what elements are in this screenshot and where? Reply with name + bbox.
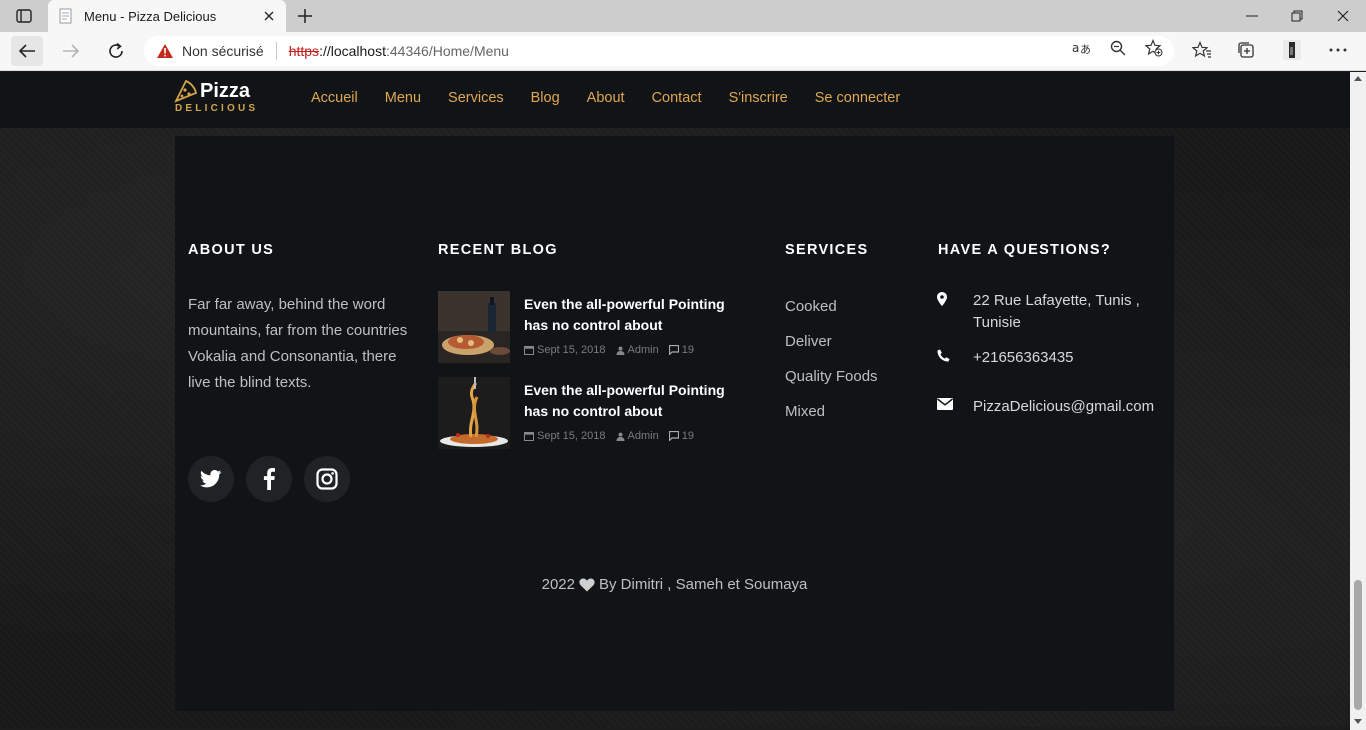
nav-sinscrire[interactable]: S'inscrire [729,90,788,106]
heart-icon [579,578,595,592]
more-menu-icon[interactable] [1327,39,1349,61]
nav-accueil[interactable]: Accueil [311,90,358,106]
new-tab-icon[interactable] [293,5,317,27]
minimize-icon[interactable] [1229,0,1275,32]
blog-post-comments[interactable]: 19 [682,430,694,442]
back-arrow-icon[interactable] [11,36,43,66]
map-marker-icon [937,292,947,306]
collections-icon[interactable] [1235,39,1257,61]
blog-post-1[interactable]: Even the all-powerful Pointing has no co… [438,291,738,363]
user-icon [616,346,625,355]
nav-blog[interactable]: Blog [531,90,560,106]
blog-post-date[interactable]: Sept 15, 2018 [537,344,606,356]
scrollbar-thumb[interactable] [1354,580,1362,710]
site-footer: ABOUT US Far far away, behind the word m… [175,136,1174,711]
browser-toolbar: Non sécurisé https://localhost:44346/Hom… [0,32,1366,71]
envelope-icon [937,398,953,410]
twitter-icon [200,470,222,488]
service-link-quality-foods[interactable]: Quality Foods [785,368,878,385]
security-label[interactable]: Non sécurisé [182,43,264,59]
url-text[interactable]: https://localhost:44346/Home/Menu [289,43,509,59]
browser-tab-active[interactable]: Menu - Pizza Delicious [48,0,286,32]
blog-post-title-1[interactable]: Even the all-powerful Pointing has no co… [524,294,739,336]
page-scrollbar[interactable] [1350,72,1366,730]
copyright-authors: By Dimitri , Sameh et Soumaya [598,576,808,593]
read-aloud-icon[interactable]: aあ [1072,39,1090,57]
facebook-button[interactable] [246,456,292,502]
contact-phone[interactable]: +21656363435 [937,347,1074,369]
page-favicon-icon [58,8,74,24]
service-link-cooked[interactable]: Cooked [785,298,837,315]
contact-title: HAVE A QUESTIONS? [938,242,1112,258]
scroll-down-icon[interactable] [1354,719,1362,724]
nav-menu[interactable]: Menu [385,90,421,106]
svg-text:a: a [1072,41,1079,55]
restore-icon[interactable] [1274,0,1320,32]
site-navbar: Pizza DELICIOUS Accueil Menu Services Bl… [0,72,1350,128]
scroll-up-icon[interactable] [1354,76,1362,81]
web-page: Pizza DELICIOUS Accueil Menu Services Bl… [0,72,1350,727]
contact-email[interactable]: PizzaDelicious@gmail.com [937,396,1154,418]
blog-post-author[interactable]: Admin [628,430,659,442]
blog-post-date[interactable]: Sept 15, 2018 [537,430,606,442]
copyright-year: 2022 [541,576,575,593]
tab-actions-icon[interactable] [10,7,38,25]
phone-text[interactable]: +21656363435 [973,347,1074,369]
copyright: 2022 By Dimitri , Sameh et Soumaya [175,576,1174,593]
site-logo[interactable]: Pizza DELICIOUS [174,77,255,121]
blog-post-title-2[interactable]: Even the all-powerful Pointing has no co… [524,380,739,422]
favorites-icon[interactable] [1191,39,1213,61]
twitter-button[interactable] [188,456,234,502]
facebook-icon [263,468,275,490]
address-separator [275,42,277,60]
nav-se-connecter[interactable]: Se connecter [815,90,900,106]
comment-icon [668,345,679,355]
main-nav: Accueil Menu Services Blog About Contact… [311,90,927,106]
calendar-icon [524,346,534,355]
service-link-mixed[interactable]: Mixed [785,403,825,420]
address-bar[interactable]: Non sécurisé https://localhost:44346/Hom… [144,36,1174,66]
about-text: Far far away, behind the word mountains,… [188,296,408,391]
user-icon [616,432,625,441]
service-link-deliver[interactable]: Deliver [785,333,832,350]
close-window-icon[interactable] [1320,0,1366,32]
logo-word: Pizza [200,80,251,102]
tab-title: Menu - Pizza Delicious [84,8,217,24]
logo-subtitle: DELICIOUS [175,103,259,114]
blog-post-meta-2: Sept 15, 2018 Admin 19 [524,430,704,442]
blog-post-comments[interactable]: 19 [682,344,694,356]
blog-post-author[interactable]: Admin [628,344,659,356]
forward-arrow-icon[interactable] [55,36,87,66]
nav-contact[interactable]: Contact [652,90,702,106]
profile-avatar-icon[interactable] [1281,39,1303,61]
blog-post-2[interactable]: Even the all-powerful Pointing has no co… [438,377,738,449]
add-favorite-icon[interactable] [1145,39,1163,57]
warning-icon[interactable] [156,43,174,59]
reload-icon[interactable] [100,36,132,66]
blog-post-meta-1: Sept 15, 2018 Admin 19 [524,344,704,356]
calendar-icon [524,432,534,441]
blog-title: RECENT BLOG [438,242,558,258]
phone-icon [937,349,950,362]
address-text: 22 Rue Lafayette, Tunis , Tunisie [973,292,1140,331]
contact-address: 22 Rue Lafayette, Tunis , Tunisie [937,290,1153,334]
blog-thumbnail-1[interactable] [438,291,510,363]
nav-services[interactable]: Services [448,90,504,106]
services-title: SERVICES [785,242,869,258]
pizza-slice-icon [174,79,198,103]
browser-tab-bar: Menu - Pizza Delicious [0,0,1366,32]
nav-about[interactable]: About [587,90,625,106]
instagram-icon [316,468,338,490]
email-text[interactable]: PizzaDelicious@gmail.com [973,396,1154,418]
svg-text:あ: あ [1080,43,1090,56]
zoom-icon[interactable] [1109,39,1127,57]
about-title: ABOUT US [188,242,275,258]
instagram-button[interactable] [304,456,350,502]
close-tab-icon[interactable] [260,7,278,25]
blog-thumbnail-2[interactable] [438,377,510,449]
comment-icon [668,431,679,441]
